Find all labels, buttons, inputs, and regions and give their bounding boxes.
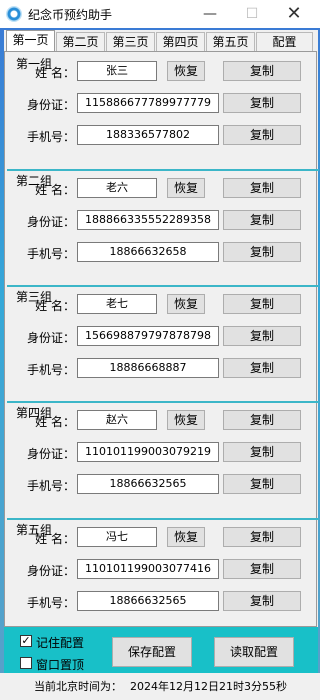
tab-bar: 第一页 第二页 第三页 第四页 第五页 配置	[4, 30, 318, 52]
app-icon	[6, 6, 22, 22]
restore-button[interactable]: 恢复	[167, 294, 205, 314]
name-label: 姓 名：	[35, 299, 75, 313]
remember-config-label: 记住配置	[36, 636, 85, 650]
group-divider	[7, 285, 319, 287]
copy-phone-button[interactable]: 复制	[223, 125, 301, 145]
copy-id-button[interactable]: 复制	[223, 93, 301, 113]
phone-label: 手机号：	[26, 247, 75, 261]
save-config-button[interactable]: 保存配置	[112, 637, 192, 667]
group-divider	[7, 518, 319, 520]
phone-label: 手机号：	[26, 363, 75, 377]
group-divider	[7, 169, 319, 171]
name-label: 姓 名：	[35, 66, 75, 80]
contact-group: 第一组姓 名： 张三 恢复 复制 身份证： 115886677789977779 复制 手机号…	[7, 52, 319, 167]
contact-group: 第四组姓 名： 赵六 恢复 复制 身份证： 110101199003079219 复制 手机号…	[7, 401, 319, 516]
restore-button[interactable]: 恢复	[167, 527, 205, 547]
name-input[interactable]: 张三	[77, 61, 157, 81]
contact-group: 第五组姓 名： 冯七 恢复 复制 身份证： 110101199003077416 复制 手机号…	[7, 518, 319, 633]
phone-input[interactable]: 18866632565	[77, 591, 219, 611]
phone-input[interactable]: 18866632658	[77, 242, 219, 262]
id-label: 身份证：	[26, 564, 75, 578]
copy-phone-button[interactable]: 复制	[223, 358, 301, 378]
tab-page-2[interactable]: 第二页	[56, 32, 105, 51]
copy-phone-button[interactable]: 复制	[223, 591, 301, 611]
client-area: 第一页 第二页 第三页 第四页 第五页 配置 第一组姓 名： 张三 恢复 复制 身份证：…	[4, 30, 319, 627]
copy-phone-button[interactable]: 复制	[223, 242, 301, 262]
contact-group: 第二组姓 名： 老六 恢复 复制 身份证： 188866335552289358 复制 手机号…	[7, 169, 319, 284]
restore-button[interactable]: 恢复	[167, 178, 205, 198]
copy-name-button[interactable]: 复制	[223, 178, 301, 198]
group-divider	[7, 401, 319, 403]
tab-page-5[interactable]: 第五页	[206, 32, 255, 51]
window-title: 纪念币预约助手	[28, 8, 113, 22]
name-label: 姓 名：	[35, 532, 75, 546]
window-topmost-checkbox[interactable]	[20, 657, 32, 669]
copy-id-button[interactable]: 复制	[223, 326, 301, 346]
id-label: 身份证：	[26, 331, 75, 345]
id-input[interactable]: 110101199003077416	[77, 559, 219, 579]
id-input[interactable]: 110101199003079219	[77, 442, 219, 462]
phone-label: 手机号：	[26, 130, 75, 144]
title-bar: 纪念币预约助手 — ☐ ✕	[0, 0, 320, 28]
phone-label: 手机号：	[26, 479, 75, 493]
phone-input[interactable]: 18886668887	[77, 358, 219, 378]
time-label: 当前北京时间为：	[34, 680, 122, 693]
bottom-bar: ✓ 记住配置 窗口置顶 保存配置 读取配置	[4, 627, 318, 673]
tab-config[interactable]: 配置	[256, 32, 313, 51]
tab-panel: 第一组姓 名： 张三 恢复 复制 身份证： 115886677789977779 复制 手机号…	[4, 51, 319, 627]
status-bar: 当前北京时间为： 2024年12月12日21时3分55秒	[0, 673, 320, 700]
restore-button[interactable]: 恢复	[167, 410, 205, 430]
name-input[interactable]: 赵六	[77, 410, 157, 430]
name-label: 姓 名：	[35, 415, 75, 429]
tab-page-1[interactable]: 第一页	[6, 30, 55, 52]
id-input[interactable]: 115886677789977779	[77, 93, 219, 113]
restore-button[interactable]: 恢复	[167, 61, 205, 81]
copy-name-button[interactable]: 复制	[223, 294, 301, 314]
tab-page-3[interactable]: 第三页	[106, 32, 155, 51]
copy-name-button[interactable]: 复制	[223, 527, 301, 547]
load-config-button[interactable]: 读取配置	[214, 637, 294, 667]
remember-config-checkbox[interactable]: ✓	[20, 635, 32, 647]
copy-id-button[interactable]: 复制	[223, 210, 301, 230]
phone-input[interactable]: 18866632565	[77, 474, 219, 494]
close-button[interactable]: ✕	[272, 0, 316, 28]
name-input[interactable]: 冯七	[77, 527, 157, 547]
name-label: 姓 名：	[35, 183, 75, 197]
contact-group: 第三组姓 名： 老七 恢复 复制 身份证： 156698879797878798 复制 手机号…	[7, 285, 319, 400]
phone-label: 手机号：	[26, 596, 75, 610]
tab-page-4[interactable]: 第四页	[156, 32, 205, 51]
name-input[interactable]: 老七	[77, 294, 157, 314]
copy-id-button[interactable]: 复制	[223, 442, 301, 462]
id-input[interactable]: 156698879797878798	[77, 326, 219, 346]
window-topmost-label: 窗口置顶	[36, 658, 85, 672]
checkmark-icon: ✓	[21, 634, 31, 647]
id-label: 身份证：	[26, 215, 75, 229]
minimize-button[interactable]: —	[188, 0, 232, 28]
copy-name-button[interactable]: 复制	[223, 410, 301, 430]
maximize-button[interactable]: ☐	[230, 0, 274, 28]
phone-input[interactable]: 188336577802	[77, 125, 219, 145]
current-time: 2024年12月12日21时3分55秒	[130, 680, 287, 693]
copy-id-button[interactable]: 复制	[223, 559, 301, 579]
name-input[interactable]: 老六	[77, 178, 157, 198]
copy-phone-button[interactable]: 复制	[223, 474, 301, 494]
id-label: 身份证：	[26, 447, 75, 461]
copy-name-button[interactable]: 复制	[223, 61, 301, 81]
id-label: 身份证：	[26, 98, 75, 112]
id-input[interactable]: 188866335552289358	[77, 210, 219, 230]
